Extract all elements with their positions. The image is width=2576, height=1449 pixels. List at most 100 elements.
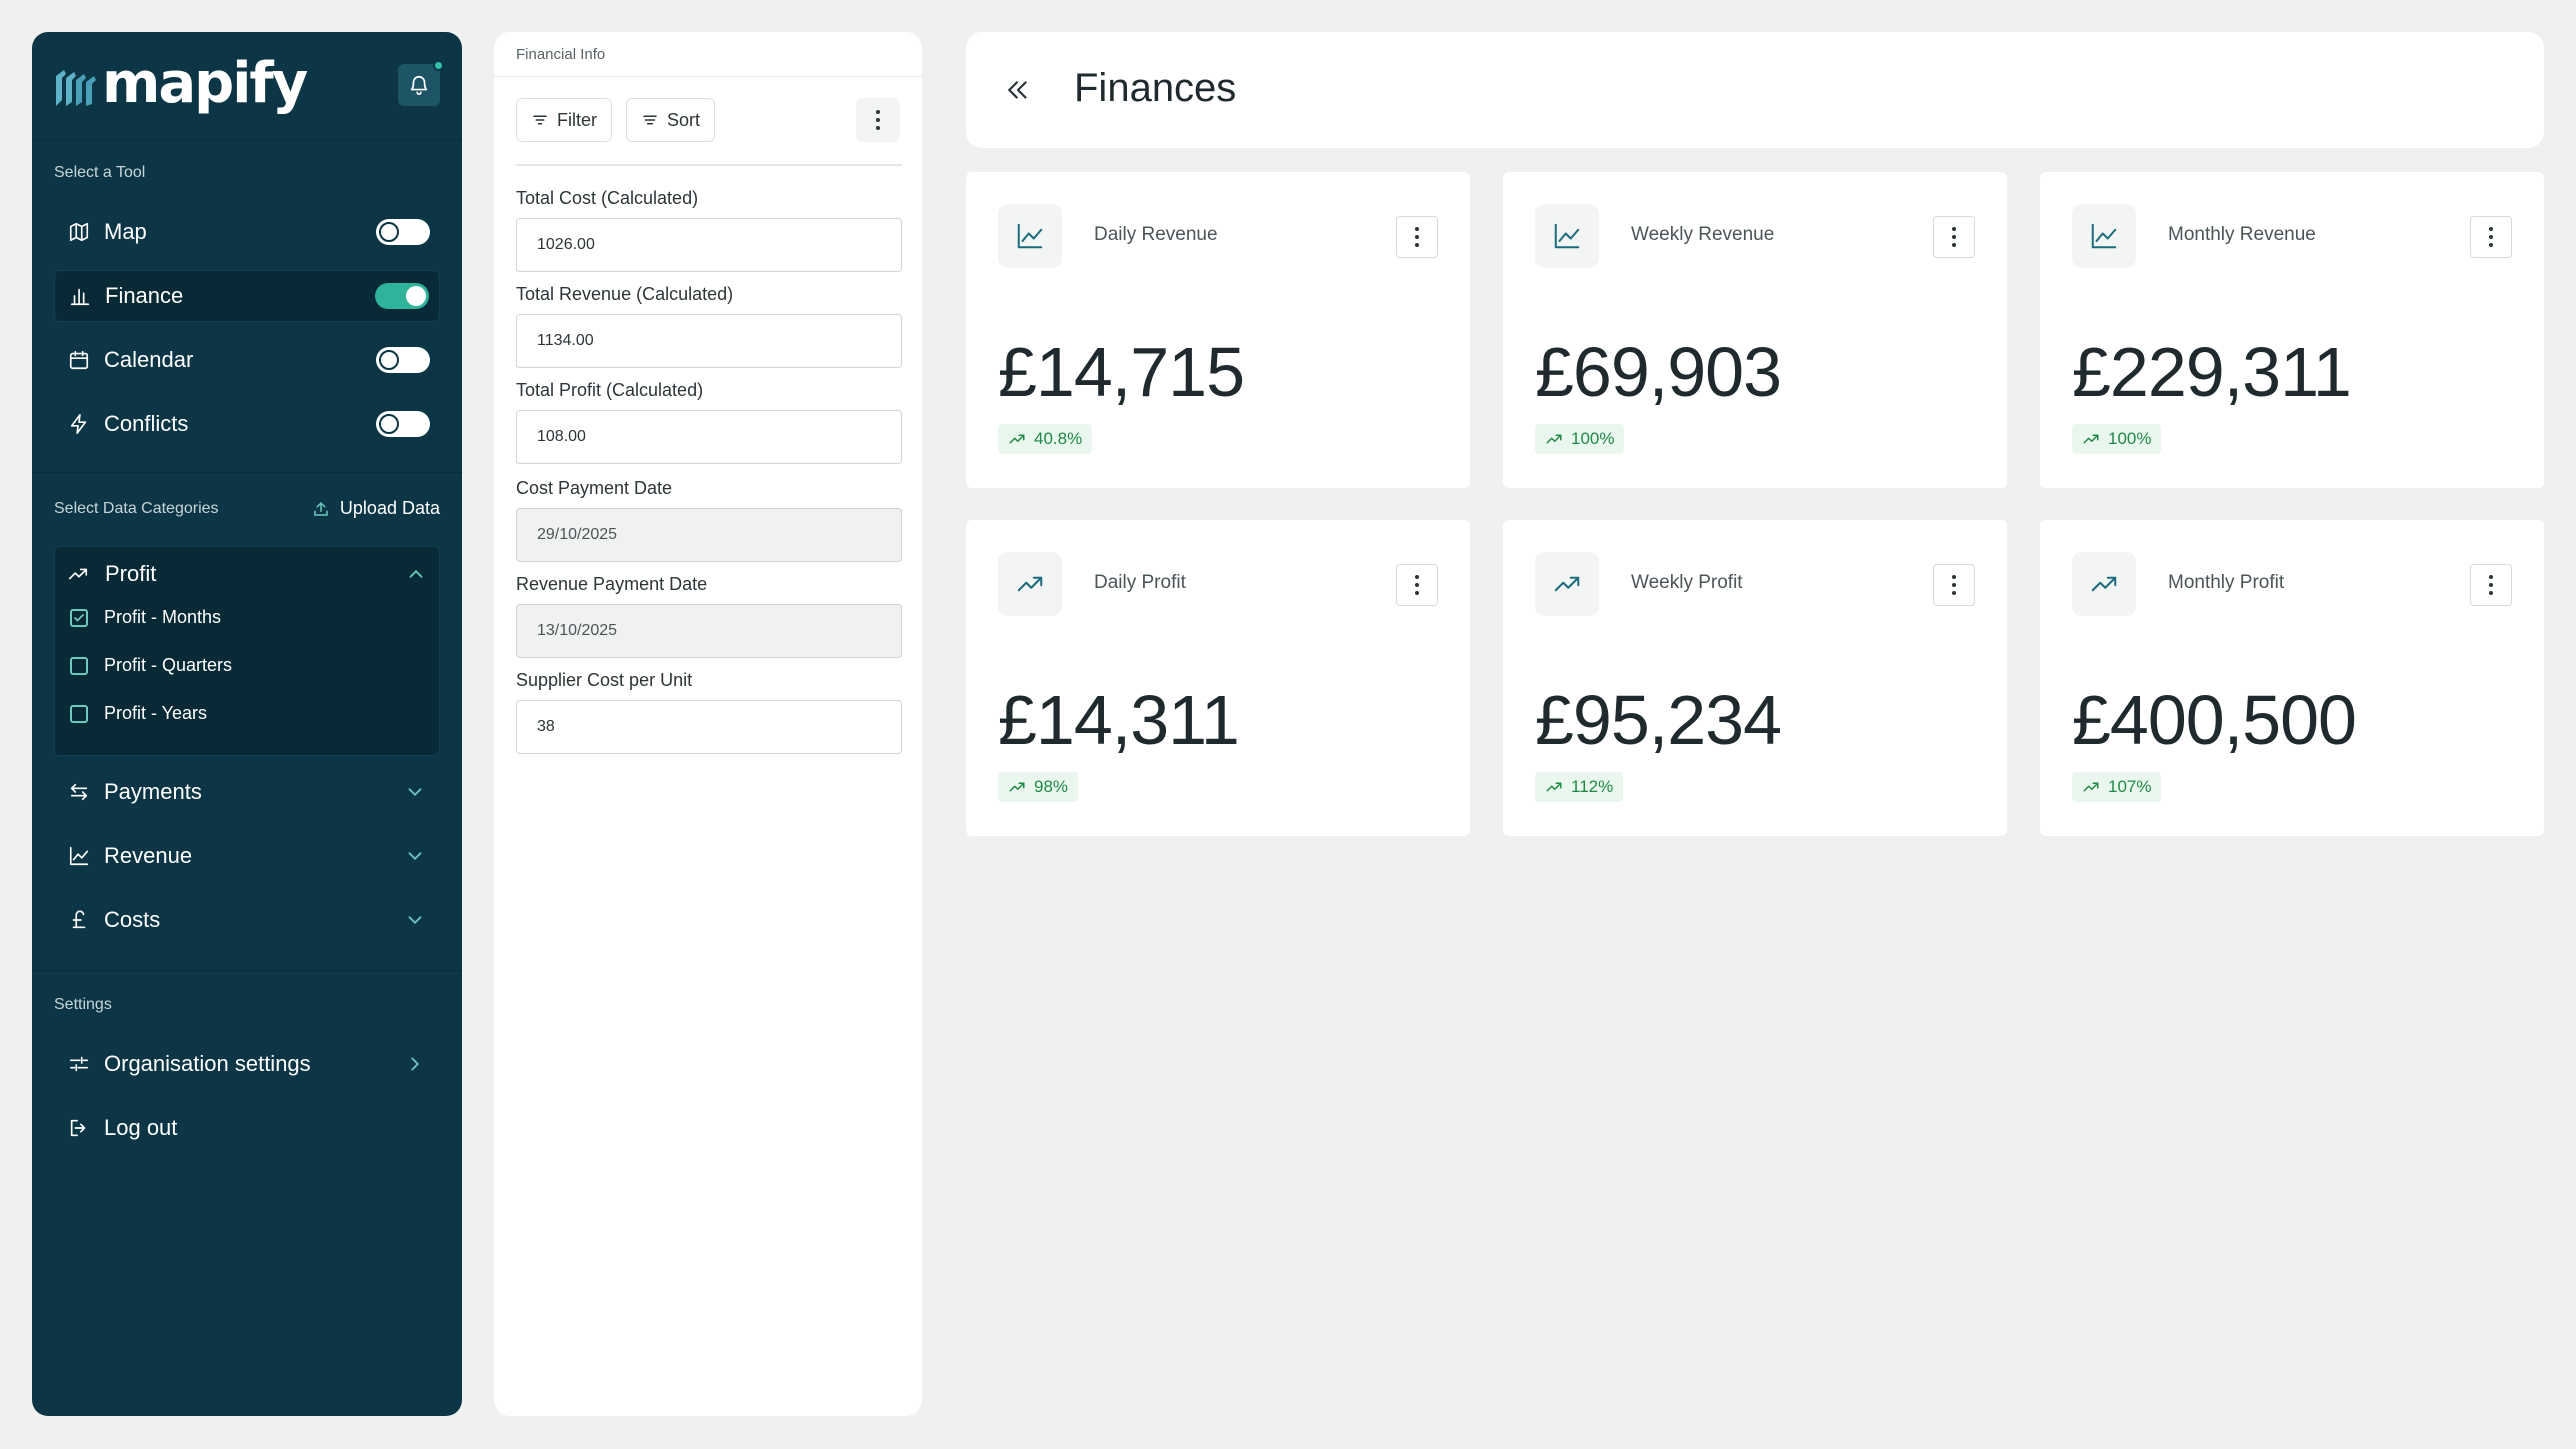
change-badge: 40.8%: [998, 424, 1093, 454]
card-more-button[interactable]: [1396, 564, 1438, 606]
more-vertical-icon: [1415, 575, 1419, 595]
card-more-button[interactable]: [2470, 216, 2512, 258]
card-title: Monthly Revenue: [2168, 224, 2316, 245]
card-more-button[interactable]: [1933, 564, 1975, 606]
category-payments[interactable]: Payments: [54, 772, 440, 812]
card-more-button[interactable]: [1933, 216, 1975, 258]
supplier-cost-field[interactable]: [516, 700, 902, 754]
profit-months-checkbox[interactable]: [70, 608, 88, 627]
trending-up-icon: [1009, 434, 1025, 444]
logout-link[interactable]: Log out: [54, 1108, 440, 1148]
total-cost-field[interactable]: [516, 218, 902, 272]
card-title: Weekly Profit: [1631, 572, 1743, 593]
profit-quarters-checkbox[interactable]: [70, 656, 88, 675]
more-vertical-icon: [1952, 227, 1956, 247]
arrows-exchange-icon: [66, 781, 92, 803]
more-vertical-icon: [2489, 227, 2493, 247]
tool-map-label: Map: [104, 219, 147, 244]
panel-divider: [494, 76, 922, 77]
total-profit-field[interactable]: [516, 410, 902, 464]
line-chart-icon: [1535, 204, 1599, 268]
sidebar-divider: [32, 970, 462, 971]
category-costs[interactable]: Costs: [54, 900, 440, 940]
profit-quarters-option[interactable]: Profit - Quarters: [67, 655, 232, 676]
filter-button[interactable]: Filter: [516, 98, 612, 142]
sidebar: mapify Select a Tool Map Finance Calenda…: [32, 32, 462, 1416]
trending-up-icon: [2083, 434, 2099, 444]
page-header: Finances: [966, 32, 2544, 148]
trending-up-icon: [998, 552, 1062, 616]
trending-up-icon: [2072, 552, 2136, 616]
total-cost-label: Total Cost (Calculated): [516, 188, 699, 208]
card-value: £229,311: [2072, 333, 2352, 411]
total-revenue-field[interactable]: [516, 314, 902, 368]
card-title: Weekly Revenue: [1631, 224, 1775, 245]
profit-years-option[interactable]: Profit - Years: [67, 703, 207, 724]
change-value: 112%: [1571, 777, 1614, 796]
tools-label: Select a Tool: [54, 164, 146, 181]
card-more-button[interactable]: [1396, 216, 1438, 258]
tool-finance[interactable]: Finance: [54, 270, 440, 322]
collapse-button[interactable]: [998, 70, 1038, 110]
stat-card-weekly-profit: Weekly Profit £95,234 112%: [1503, 520, 2007, 836]
chevrons-left-icon: [1008, 81, 1027, 99]
card-value: £69,903: [1535, 333, 1782, 411]
chevron-down-icon: [408, 852, 422, 861]
organisation-settings-label: Organisation settings: [104, 1051, 311, 1076]
change-value: 100%: [2108, 429, 2152, 448]
change-value: 100%: [1571, 429, 1615, 448]
tool-conflicts-label: Conflicts: [104, 411, 189, 436]
sliders-icon: [66, 1053, 92, 1075]
profit-months-label: Profit - Months: [104, 607, 222, 627]
total-revenue-label: Total Revenue (Calculated): [516, 284, 734, 304]
change-value: 98%: [1034, 777, 1069, 796]
tool-calendar[interactable]: Calendar: [54, 334, 440, 386]
chevron-right-icon: [411, 1057, 420, 1071]
stat-card-daily-revenue: Daily Revenue £14,715 40.8%: [966, 172, 1470, 488]
tool-calendar-label: Calendar: [104, 347, 194, 372]
map-toggle[interactable]: [376, 219, 430, 245]
card-title: Daily Profit: [1094, 572, 1186, 593]
map-icon: [66, 219, 92, 245]
card-more-button[interactable]: [2470, 564, 2512, 606]
stat-card-monthly-revenue: Monthly Revenue £229,311 100%: [2040, 172, 2544, 488]
profit-header[interactable]: Profit: [67, 559, 427, 589]
upload-data-button[interactable]: Upload Data: [312, 498, 440, 519]
notifications-button[interactable]: [398, 60, 444, 106]
sort-button[interactable]: Sort: [626, 98, 716, 142]
card-value: £400,500: [2072, 681, 2357, 759]
line-chart-icon: [66, 845, 92, 867]
category-revenue[interactable]: Revenue: [54, 836, 440, 876]
calendar-icon: [66, 347, 92, 373]
tool-conflicts[interactable]: Conflicts: [54, 398, 440, 450]
category-payments-label: Payments: [104, 779, 202, 804]
lightning-icon: [66, 411, 92, 437]
calendar-toggle[interactable]: [376, 347, 430, 373]
profit-years-checkbox[interactable]: [70, 704, 88, 723]
chevron-down-icon: [408, 788, 422, 797]
organisation-settings-link[interactable]: Organisation settings: [54, 1044, 440, 1084]
panel-toolbar-divider: [516, 164, 902, 166]
pound-icon: [66, 909, 92, 931]
finance-toggle[interactable]: [375, 283, 429, 309]
cost-payment-date-field: [516, 508, 902, 562]
stat-card-daily-profit: Daily Profit £14,311 98%: [966, 520, 1470, 836]
panel-more-button[interactable]: [856, 98, 900, 142]
more-vertical-icon: [1952, 575, 1956, 595]
mapify-logo-icon: [56, 70, 96, 106]
tool-map[interactable]: Map: [54, 206, 440, 258]
check-icon: [74, 613, 84, 622]
profit-months-option[interactable]: Profit - Months: [67, 607, 221, 628]
tool-finance-label: Finance: [105, 283, 184, 308]
upload-icon: [314, 501, 328, 516]
change-value: 40.8%: [1034, 429, 1083, 448]
conflicts-toggle[interactable]: [376, 411, 430, 437]
chevron-down-icon: [408, 916, 422, 925]
trending-up-icon: [2083, 782, 2099, 792]
brand-logo[interactable]: mapify: [54, 56, 308, 116]
profit-quarters-label: Profit - Quarters: [104, 655, 233, 675]
settings-label: Settings: [54, 996, 112, 1013]
filter-label: Filter: [557, 109, 597, 130]
more-vertical-icon: [2489, 575, 2493, 595]
line-chart-icon: [2072, 204, 2136, 268]
